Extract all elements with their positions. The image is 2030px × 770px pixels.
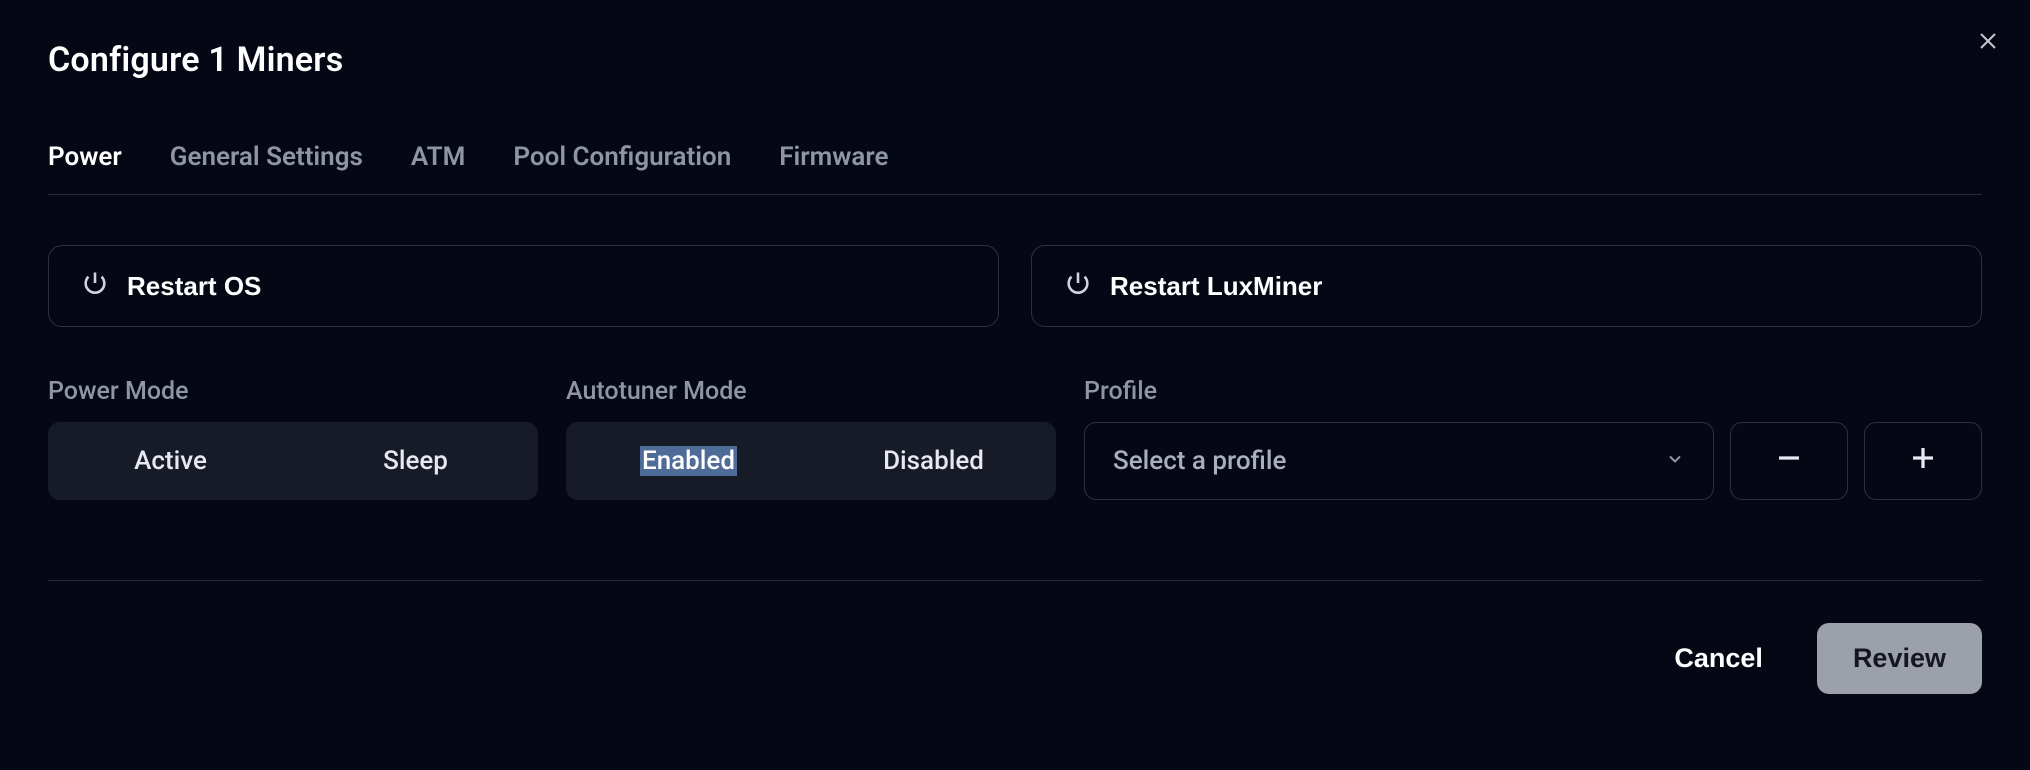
settings-row: Power Mode Active Sleep Autotuner Mode E… <box>48 377 1982 500</box>
profile-controls: Select a profile <box>1084 422 1982 500</box>
profile-remove-button[interactable] <box>1730 422 1848 500</box>
tab-pool-configuration[interactable]: Pool Configuration <box>513 132 731 194</box>
dialog-footer: Cancel Review <box>48 623 1982 694</box>
restart-buttons-row: Restart OS Restart LuxMiner <box>48 245 1982 327</box>
tab-atm[interactable]: ATM <box>411 132 466 194</box>
restart-luxminer-label: Restart LuxMiner <box>1110 271 1322 302</box>
autotuner-mode-label: Autotuner Mode <box>566 377 1056 406</box>
power-mode-sleep[interactable]: Sleep <box>293 422 538 500</box>
power-mode-field: Power Mode Active Sleep <box>48 377 538 500</box>
power-mode-toggle: Active Sleep <box>48 422 538 500</box>
tab-firmware[interactable]: Firmware <box>779 132 888 194</box>
restart-os-button[interactable]: Restart OS <box>48 245 999 327</box>
restart-os-label: Restart OS <box>127 271 261 302</box>
cancel-button[interactable]: Cancel <box>1644 623 1793 694</box>
power-icon <box>81 269 109 304</box>
footer-divider <box>48 580 1982 581</box>
chevron-down-icon <box>1665 446 1685 476</box>
review-button[interactable]: Review <box>1817 623 1982 694</box>
power-mode-label: Power Mode <box>48 377 538 406</box>
tab-general-settings[interactable]: General Settings <box>170 132 363 194</box>
restart-luxminer-button[interactable]: Restart LuxMiner <box>1031 245 1982 327</box>
plus-icon <box>1908 440 1938 483</box>
autotuner-mode-field: Autotuner Mode Enabled Disabled <box>566 377 1056 500</box>
profile-select-placeholder: Select a profile <box>1113 446 1286 476</box>
autotuner-enabled-label: Enabled <box>640 446 737 476</box>
power-mode-active[interactable]: Active <box>48 422 293 500</box>
profile-field: Profile Select a profile <box>1084 377 1982 500</box>
autotuner-disabled[interactable]: Disabled <box>811 422 1056 500</box>
profile-add-button[interactable] <box>1864 422 1982 500</box>
tab-power[interactable]: Power <box>48 132 122 194</box>
power-icon <box>1064 269 1092 304</box>
minus-icon <box>1774 440 1804 483</box>
autotuner-mode-toggle: Enabled Disabled <box>566 422 1056 500</box>
profile-label: Profile <box>1084 377 1982 406</box>
dialog-configure-miners: Configure 1 Miners Power General Setting… <box>48 0 1982 770</box>
profile-select[interactable]: Select a profile <box>1084 422 1714 500</box>
tabs: Power General Settings ATM Pool Configur… <box>48 132 1982 195</box>
dialog-title: Configure 1 Miners <box>48 0 1982 80</box>
autotuner-enabled[interactable]: Enabled <box>566 422 811 500</box>
